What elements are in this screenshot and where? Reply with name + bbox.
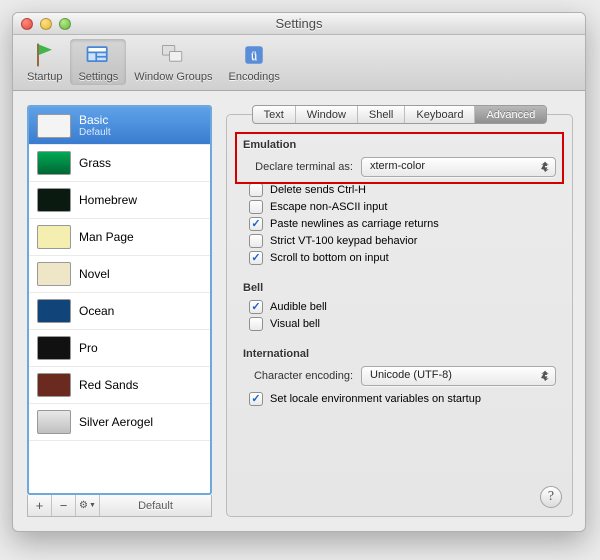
add-button[interactable]: + <box>28 495 52 516</box>
toolbar-startup[interactable]: Startup <box>19 39 70 85</box>
escape-nonascii-row[interactable]: Escape non-ASCII input <box>243 200 556 214</box>
toolbar-label: Startup <box>27 71 62 83</box>
encoding-value: Unicode (UTF-8) <box>370 369 452 381</box>
paste-newlines-row[interactable]: Paste newlines as carriage returns <box>243 217 556 231</box>
profile-thumb-icon <box>37 373 71 397</box>
profile-name: Pro <box>79 341 98 355</box>
checkbox-icon[interactable] <box>249 392 263 406</box>
profile-thumb-icon <box>37 262 71 286</box>
set-locale-row[interactable]: Set locale environment variables on star… <box>243 392 556 406</box>
emulation-heading: Emulation <box>243 139 556 151</box>
checkbox-label: Delete sends Ctrl-H <box>270 184 366 196</box>
profile-thumb-icon <box>37 151 71 175</box>
profile-name: Silver Aerogel <box>79 415 153 429</box>
profile-ocean[interactable]: Ocean <box>29 293 210 330</box>
profiles-list[interactable]: Basic Default Grass Homebrew Man Page <box>27 105 212 495</box>
settings-icon <box>83 41 113 69</box>
checkbox-icon[interactable] <box>249 317 263 331</box>
checkbox-icon[interactable] <box>249 251 263 265</box>
action-button[interactable]: ⚙▼ <box>76 495 100 516</box>
toolbar-label: Encodings <box>228 71 279 83</box>
profile-thumb-icon <box>37 188 71 212</box>
checkbox-label: Strict VT-100 keypad behavior <box>270 235 417 247</box>
checkbox-label: Scroll to bottom on input <box>270 252 389 264</box>
profile-name: Homebrew <box>79 193 137 207</box>
declare-terminal-value: xterm-color <box>370 160 425 172</box>
profile-man-page[interactable]: Man Page <box>29 219 210 256</box>
gear-icon: ⚙ <box>79 500 88 511</box>
checkbox-label: Visual bell <box>270 318 320 330</box>
advanced-pane: Emulation Declare terminal as: xterm-col… <box>226 114 573 517</box>
profile-name: Man Page <box>79 230 134 244</box>
svg-text:ü: ü <box>251 48 257 62</box>
declare-terminal-label: Declare terminal as: <box>243 161 361 173</box>
declare-terminal-select[interactable]: xterm-color ▲▼ <box>361 157 556 177</box>
default-button[interactable]: Default <box>100 500 211 512</box>
chevron-down-icon: ▼ <box>89 502 96 509</box>
profiles-sidebar: Basic Default Grass Homebrew Man Page <box>27 105 212 517</box>
settings-panel: Text Window Shell Keyboard Advanced Emul… <box>226 105 573 517</box>
checkbox-label: Escape non-ASCII input <box>270 201 387 213</box>
flag-icon <box>30 41 60 69</box>
updown-icon: ▲▼ <box>541 370 549 382</box>
toolbar-encodings[interactable]: ü Encodings <box>220 39 287 85</box>
profile-thumb-icon <box>37 114 71 138</box>
help-button[interactable]: ? <box>540 486 562 508</box>
checkbox-icon[interactable] <box>249 200 263 214</box>
window-groups-icon <box>158 41 188 69</box>
remove-button[interactable]: − <box>52 495 76 516</box>
profile-silver-aerogel[interactable]: Silver Aerogel <box>29 404 210 441</box>
checkbox-icon[interactable] <box>249 234 263 248</box>
encodings-icon: ü <box>239 41 269 69</box>
panel-tabs: Text Window Shell Keyboard Advanced <box>252 105 548 124</box>
profile-subtitle: Default <box>79 127 111 138</box>
encoding-select[interactable]: Unicode (UTF-8) ▲▼ <box>361 366 556 386</box>
updown-icon: ▲▼ <box>541 161 549 173</box>
tab-shell[interactable]: Shell <box>358 106 405 123</box>
strict-vt100-row[interactable]: Strict VT-100 keypad behavior <box>243 234 556 248</box>
tab-window[interactable]: Window <box>296 106 358 123</box>
checkbox-icon[interactable] <box>249 300 263 314</box>
toolbar: Startup Settings Window Groups ü Encodin… <box>13 35 585 91</box>
tab-keyboard[interactable]: Keyboard <box>405 106 475 123</box>
profile-red-sands[interactable]: Red Sands <box>29 367 210 404</box>
profile-name: Basic <box>79 113 111 127</box>
profile-name: Ocean <box>79 304 114 318</box>
tab-text[interactable]: Text <box>253 106 296 123</box>
checkbox-label: Set locale environment variables on star… <box>270 393 481 405</box>
international-heading: International <box>243 348 556 360</box>
profiles-toolbar: + − ⚙▼ Default <box>27 495 212 517</box>
toolbar-label: Settings <box>78 71 118 83</box>
toolbar-label: Window Groups <box>134 71 212 83</box>
checkbox-icon[interactable] <box>249 183 263 197</box>
profile-name: Grass <box>79 156 111 170</box>
checkbox-label: Audible bell <box>270 301 327 313</box>
checkbox-icon[interactable] <box>249 217 263 231</box>
tab-advanced[interactable]: Advanced <box>475 106 546 123</box>
scroll-bottom-row[interactable]: Scroll to bottom on input <box>243 251 556 265</box>
toolbar-window-groups[interactable]: Window Groups <box>126 39 220 85</box>
profile-grass[interactable]: Grass <box>29 145 210 182</box>
encoding-label: Character encoding: <box>243 370 361 382</box>
profile-name: Red Sands <box>79 378 138 392</box>
checkbox-label: Paste newlines as carriage returns <box>270 218 439 230</box>
profile-name: Novel <box>79 267 110 281</box>
profile-basic[interactable]: Basic Default <box>29 107 210 145</box>
profile-novel[interactable]: Novel <box>29 256 210 293</box>
profile-thumb-icon <box>37 225 71 249</box>
bell-heading: Bell <box>243 282 556 294</box>
visual-bell-row[interactable]: Visual bell <box>243 317 556 331</box>
audible-bell-row[interactable]: Audible bell <box>243 300 556 314</box>
titlebar: Settings <box>13 13 585 35</box>
profile-thumb-icon <box>37 336 71 360</box>
delete-ctrl-h-row[interactable]: Delete sends Ctrl-H <box>243 183 556 197</box>
window-title: Settings <box>13 16 585 31</box>
toolbar-settings[interactable]: Settings <box>70 39 126 85</box>
profile-pro[interactable]: Pro <box>29 330 210 367</box>
profile-thumb-icon <box>37 299 71 323</box>
profile-homebrew[interactable]: Homebrew <box>29 182 210 219</box>
profile-thumb-icon <box>37 410 71 434</box>
settings-window: Settings Startup Settings Window Groups … <box>12 12 586 532</box>
